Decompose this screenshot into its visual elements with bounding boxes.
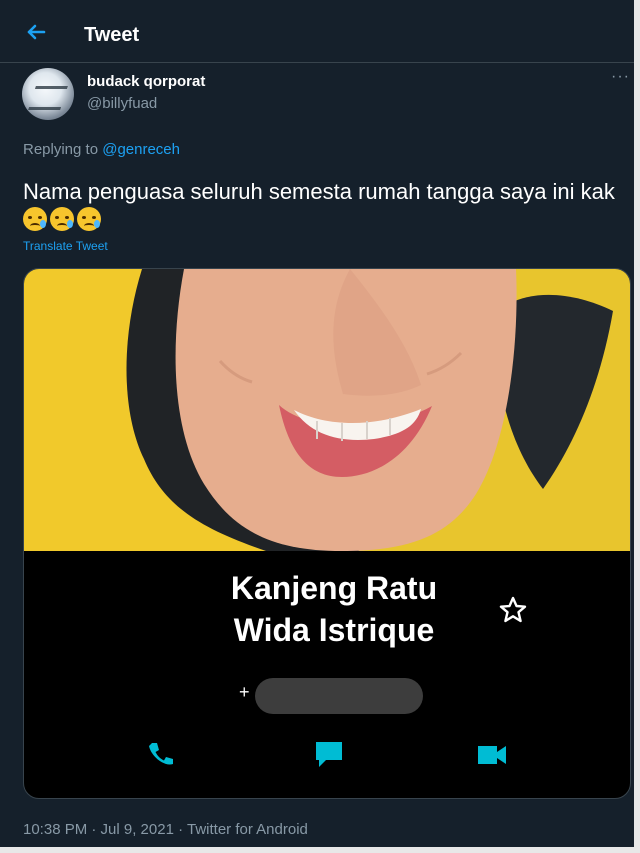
message-icon[interactable] (311, 736, 347, 772)
star-outline-icon[interactable] (498, 595, 528, 625)
author-name[interactable]: budack qorporat (87, 73, 205, 90)
phone-icon[interactable] (142, 736, 178, 772)
reply-prefix: Replying to (23, 141, 103, 158)
translate-tweet-link[interactable]: Translate Tweet (23, 239, 108, 253)
author-handle[interactable]: @billyfuad (87, 95, 157, 112)
top-bar: Tweet (0, 0, 634, 63)
tweet-page: Tweet budack qorporat @billyfuad ··· Rep… (0, 0, 640, 853)
contact-name-line2: Wida Istrique (233, 612, 435, 648)
crying-face-icon (50, 207, 74, 231)
arrow-left-icon[interactable] (22, 18, 50, 46)
blurred-phone-number (255, 678, 423, 714)
contact-name: Kanjeng Ratu Wida Istrique (204, 567, 464, 651)
avatar-image (28, 86, 68, 110)
tweet-body: Nama penguasa seluruh semesta rumah tang… (23, 179, 615, 204)
more-horizontal-icon[interactable]: ··· (611, 68, 630, 86)
photo-illustration (24, 269, 630, 551)
reply-target-link[interactable]: @genreceh (102, 141, 180, 158)
phone-prefix: + (239, 682, 250, 702)
tweet-timestamp[interactable]: 10:38 PM · Jul 9, 2021 · Twitter for And… (23, 821, 308, 838)
tweet-media[interactable]: Kanjeng Ratu Wida Istrique + (23, 268, 631, 799)
selfie-photo (24, 269, 630, 551)
tweet-text: Nama penguasa seluruh semesta rumah tang… (23, 178, 623, 234)
reply-context: Replying to @genreceh (23, 141, 180, 158)
crying-face-icon (77, 207, 101, 231)
contact-name-line1: Kanjeng Ratu (230, 570, 438, 606)
video-icon[interactable] (474, 736, 510, 772)
crying-face-icon (23, 207, 47, 231)
page-title: Tweet (84, 24, 140, 46)
avatar[interactable] (22, 68, 74, 120)
